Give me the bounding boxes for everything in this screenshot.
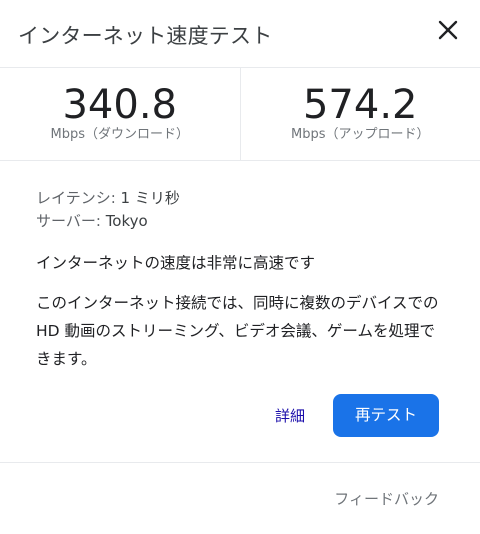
card-header: インターネット速度テスト: [0, 0, 480, 68]
latency-value: 1 ミリ秒: [121, 189, 180, 207]
upload-result: 574.2 Mbps（アップロード）: [241, 68, 480, 160]
feedback-link[interactable]: フィードバック: [334, 488, 439, 509]
result-details: レイテンシ: 1 ミリ秒 サーバー: Tokyo インターネットの速度は非常に高…: [0, 161, 480, 373]
details-link[interactable]: 詳細: [275, 405, 305, 426]
server-value: Tokyo: [106, 212, 148, 230]
close-button[interactable]: [434, 16, 462, 44]
server-line: サーバー: Tokyo: [36, 210, 444, 233]
card-footer: フィードバック: [0, 462, 480, 534]
download-result: 340.8 Mbps（ダウンロード）: [0, 68, 241, 160]
upload-speed-value: 574.2: [241, 84, 480, 126]
speed-test-card: インターネット速度テスト 340.8 Mbps（ダウンロード） 574.2 Mb…: [0, 0, 480, 533]
speed-headline: インターネットの速度は非常に高速です: [36, 251, 444, 275]
speed-results: 340.8 Mbps（ダウンロード） 574.2 Mbps（アップロード）: [0, 68, 480, 161]
upload-speed-unit: Mbps（アップロード）: [241, 126, 480, 144]
server-label: サーバー:: [36, 212, 101, 230]
close-icon: [434, 16, 462, 44]
download-speed-value: 340.8: [0, 84, 240, 126]
speed-description: このインターネット接続では、同時に複数のデバイスでの HD 動画のストリーミング…: [36, 289, 446, 373]
latency-label: レイテンシ:: [36, 189, 116, 207]
download-speed-unit: Mbps（ダウンロード）: [0, 126, 240, 144]
retest-button[interactable]: 再テスト: [333, 394, 439, 437]
latency-line: レイテンシ: 1 ミリ秒: [36, 187, 444, 210]
page-title: インターネット速度テスト: [18, 20, 272, 50]
action-bar: 詳細 再テスト: [275, 394, 439, 437]
